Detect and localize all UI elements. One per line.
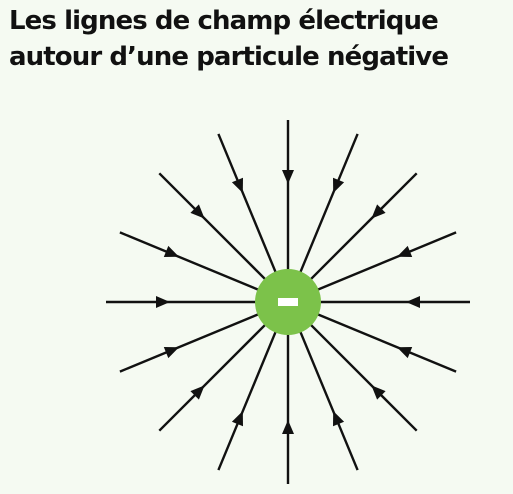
field-line xyxy=(298,133,359,275)
field-line xyxy=(315,312,457,373)
field-arrowhead xyxy=(333,177,345,193)
page: Les lignes de champ électrique autour d’… xyxy=(0,0,513,494)
field-line xyxy=(308,172,418,282)
minus-sign xyxy=(278,298,298,306)
field-arrowhead xyxy=(282,420,294,434)
field-line xyxy=(119,231,261,292)
electric-field-diagram xyxy=(106,120,470,484)
negative-particle xyxy=(255,269,321,335)
field-arrowhead xyxy=(156,296,170,308)
field-arrowhead xyxy=(406,296,420,308)
field-line xyxy=(308,322,418,432)
field-arrowhead xyxy=(282,170,294,184)
field-line xyxy=(217,133,278,275)
field-line xyxy=(217,329,278,471)
field-line xyxy=(315,231,457,292)
field-arrowhead xyxy=(397,245,413,257)
field-line xyxy=(119,312,261,373)
field-arrowhead xyxy=(231,411,243,427)
field-arrowhead xyxy=(231,177,243,193)
field-arrowhead xyxy=(397,347,413,359)
field-arrowhead xyxy=(333,411,345,427)
field-line xyxy=(158,322,268,432)
field-arrowhead xyxy=(163,347,179,359)
field-line xyxy=(158,172,268,282)
field-line xyxy=(298,329,359,471)
field-arrowhead xyxy=(163,245,179,257)
